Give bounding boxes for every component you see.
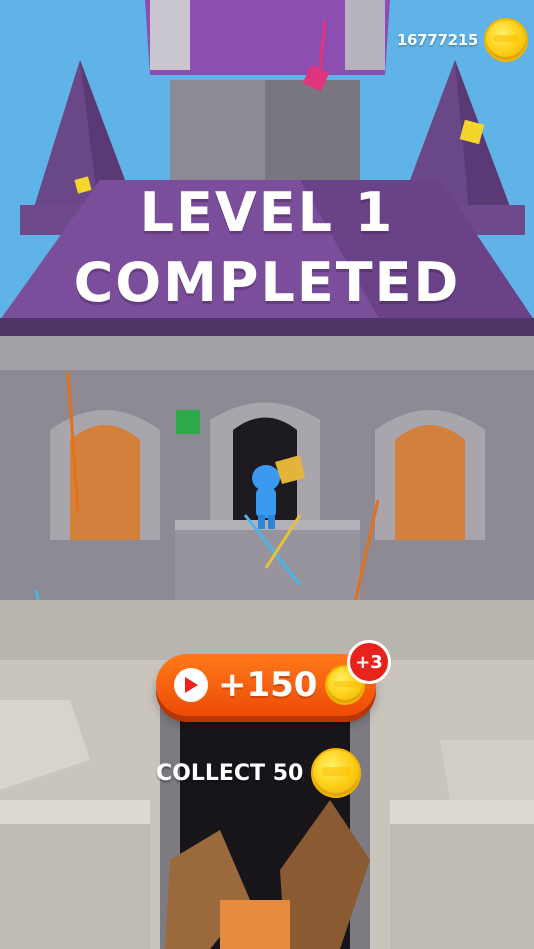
gold-coin-icon: [484, 18, 528, 62]
title-line-2: COMPLETED: [73, 251, 461, 314]
coin-count: 16777215: [396, 31, 478, 49]
watch-ad-reward-button[interactable]: +150: [156, 654, 376, 716]
bonus-badge: +3: [347, 640, 391, 684]
collect-button[interactable]: COLLECT 50: [156, 748, 362, 798]
game-scene: [0, 0, 534, 949]
level-complete-title: LEVEL 1 COMPLETED: [0, 178, 534, 318]
collect-label: COLLECT 50: [156, 760, 304, 786]
title-line-1: LEVEL 1: [139, 181, 395, 244]
gold-coin-icon: [311, 748, 362, 798]
play-icon: [174, 668, 208, 702]
coin-counter: 16777215: [397, 18, 528, 62]
reward-amount: +150: [218, 665, 318, 705]
